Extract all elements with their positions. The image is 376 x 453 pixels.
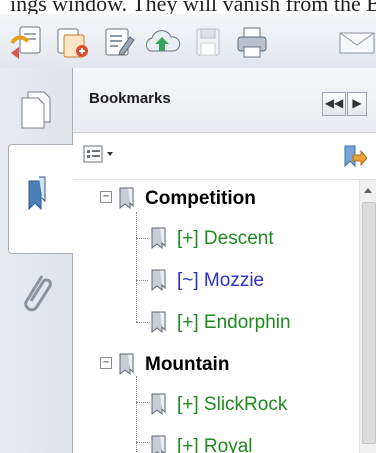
bookmark-label: Mountain [145, 354, 230, 375]
bookmark-icon [151, 269, 166, 292]
bookmark-item[interactable]: [~] Mozzie [73, 262, 359, 298]
attachments-icon[interactable] [8, 264, 66, 324]
bookmark-label: [+] Endorphin [177, 312, 291, 333]
bookmark-group[interactable]: − Mountain [73, 346, 359, 382]
collapse-panel-button[interactable]: ◀◀ [322, 92, 346, 116]
navigation-pane-strip [0, 68, 73, 453]
bookmark-icon [119, 187, 134, 210]
bookmark-icon [151, 311, 166, 334]
bookmarks-panel-header: Bookmarks ◀◀ ▶ [73, 68, 376, 133]
bookmark-icon [119, 353, 134, 376]
bookmark-item[interactable]: [+] Royal [73, 428, 359, 453]
bookmark-group[interactable]: − Competition [73, 180, 359, 216]
bookmark-label: Competition [145, 188, 256, 209]
collapse-toggle[interactable]: − [100, 357, 112, 369]
bookmark-icon [151, 393, 166, 416]
panel-title: Bookmarks [89, 90, 171, 107]
email-icon[interactable] [336, 23, 376, 61]
bookmark-label: [+] SlickRock [177, 394, 288, 415]
page-thumbnails-icon[interactable] [8, 78, 66, 134]
print-icon[interactable] [232, 23, 272, 61]
bookmarks-panel: Bookmarks ◀◀ ▶ − Competition [+] Descent… [73, 68, 376, 453]
expand-panel-button[interactable]: ▶ [347, 92, 367, 116]
bookmark-item[interactable]: [+] Descent [73, 220, 359, 256]
caption-text: ings window. They will vanish from the B… [10, 0, 376, 14]
bookmarks-toolbar [73, 133, 376, 180]
bookmark-label: [~] Mozzie [177, 270, 265, 291]
bookmark-icon [151, 435, 166, 453]
create-pdf-icon[interactable] [8, 23, 48, 61]
options-menu-icon[interactable] [83, 144, 119, 166]
bookmark-icon [151, 227, 166, 250]
collapse-toggle[interactable]: − [100, 191, 112, 203]
scrollbar-thumb[interactable] [362, 202, 376, 444]
scroll-up-arrow-icon[interactable] [364, 188, 372, 193]
bookmark-action-icon[interactable] [341, 143, 368, 169]
bookmark-item[interactable]: [+] Endorphin [73, 304, 359, 340]
bookmarks-icon [28, 176, 46, 211]
save-icon[interactable] [188, 23, 228, 61]
bookmarks-tree: − Competition [+] Descent [~] Mozzie [+]… [73, 180, 359, 453]
cloud-upload-icon[interactable] [142, 23, 182, 61]
bookmark-label: [+] Royal [177, 436, 253, 453]
bookmarks-tab[interactable] [8, 144, 73, 254]
bookmark-label: [+] Descent [177, 228, 274, 249]
combine-files-icon[interactable] [52, 23, 92, 61]
background-caption: ings window. They will vanish from the B… [0, 0, 376, 14]
bookmark-item[interactable]: [+] SlickRock [73, 386, 359, 422]
toolbar [0, 14, 376, 69]
edit-document-icon[interactable] [98, 23, 138, 61]
vertical-scrollbar[interactable] [359, 180, 376, 453]
